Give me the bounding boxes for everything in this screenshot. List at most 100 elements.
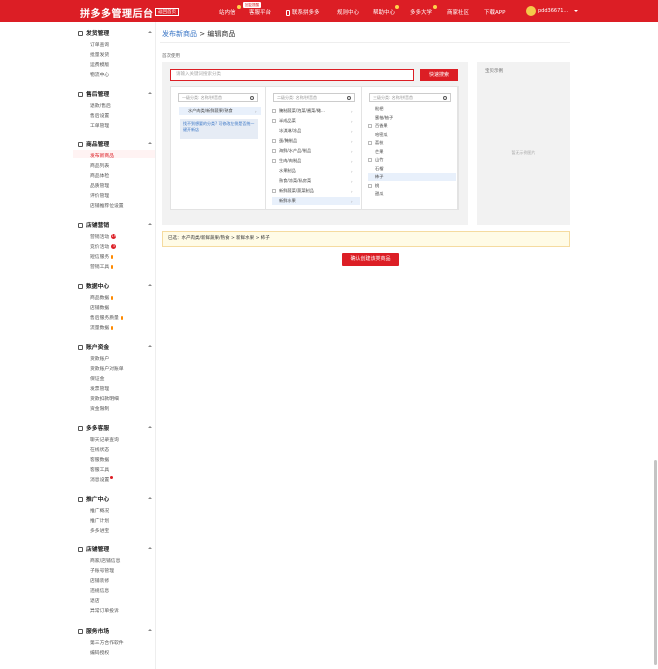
- sidebar-item[interactable]: 货款账户对账单: [90, 365, 124, 372]
- sidebar-item[interactable]: 商家/店铺信息: [90, 557, 120, 564]
- chevron-up-icon[interactable]: [148, 426, 152, 428]
- level2-item[interactable]: 新鲜蔬菜/蔬菜制品: [272, 187, 360, 195]
- chevron-up-icon[interactable]: [148, 497, 152, 499]
- sidebar-item[interactable]: 运费模版: [90, 61, 109, 68]
- sidebar-item[interactable]: 退店: [90, 597, 100, 604]
- sidebar-item[interactable]: 推广概况: [90, 507, 109, 514]
- level2-item[interactable]: 生肉/肉制品: [272, 157, 360, 165]
- nav-community[interactable]: 商家社区: [447, 8, 469, 16]
- level3-item[interactable]: 荔枝: [368, 139, 456, 147]
- level3-item[interactable]: 柿子: [368, 173, 456, 181]
- page-scrollbar[interactable]: [654, 460, 657, 665]
- level2-item[interactable]: 新鲜水果: [272, 197, 360, 205]
- sidebar-item[interactable]: 工单管理: [90, 122, 109, 129]
- sidebar-item[interactable]: 营销活动 19: [90, 233, 117, 240]
- chevron-up-icon[interactable]: [148, 223, 152, 225]
- chevron-up-icon[interactable]: [148, 92, 152, 94]
- level3-item[interactable]: 甜瓜: [368, 190, 456, 198]
- level3-item[interactable]: 哈密瓜: [368, 131, 456, 139]
- category-tip[interactable]: 找不到想要的分类? 可修改左侧是否统一键开新店: [180, 119, 258, 139]
- sidebar-item[interactable]: 发票管理: [90, 385, 109, 392]
- sidebar-item[interactable]: 商品列表: [90, 162, 109, 169]
- sidebar-item[interactable]: 店铺装修: [90, 577, 109, 584]
- sidebar-item[interactable]: 客服工具: [90, 466, 109, 473]
- sidebar-item[interactable]: 多多进宝: [90, 527, 109, 534]
- chevron-up-icon[interactable]: [148, 142, 152, 144]
- sidebar-item[interactable]: 流量数据: [90, 324, 114, 331]
- nav-customer-service[interactable]: 客服平台: [249, 8, 271, 16]
- sidebar-section-title[interactable]: 商品管理: [78, 139, 109, 148]
- sidebar-item[interactable]: 异常订单投诉: [90, 607, 119, 614]
- sidebar-item[interactable]: 货款账户: [90, 355, 109, 362]
- sidebar-item[interactable]: 资金限制: [90, 405, 109, 412]
- sidebar-section-title[interactable]: 发货管理: [78, 28, 109, 37]
- sidebar-item[interactable]: 消息设置: [90, 476, 114, 483]
- confirm-create-button[interactable]: 确认创建该类商品: [342, 253, 399, 266]
- sidebar-section-title[interactable]: 多多客服: [78, 423, 109, 432]
- chevron-up-icon[interactable]: [148, 31, 152, 33]
- nav-contact[interactable]: 联系拼多多: [286, 8, 320, 16]
- sidebar-item[interactable]: 保证金: [90, 375, 104, 382]
- nav-help[interactable]: 帮助中心: [373, 8, 395, 16]
- sidebar-item[interactable]: 批量发货: [90, 51, 109, 58]
- nav-download-app[interactable]: 下载APP: [484, 8, 505, 16]
- sidebar-item[interactable]: 推广计划: [90, 517, 109, 524]
- quick-search-button[interactable]: 快速搜索: [420, 69, 458, 81]
- level3-item[interactable]: 枇杷: [368, 105, 456, 113]
- chevron-up-icon[interactable]: [148, 629, 152, 631]
- sidebar-item[interactable]: 订单查询: [90, 41, 109, 48]
- sidebar-section-title[interactable]: 数据中心: [78, 281, 109, 290]
- nav-rules[interactable]: 规则中心: [337, 8, 359, 16]
- nav-university[interactable]: 多多大学: [410, 8, 432, 16]
- sidebar-item[interactable]: 店铺数据: [90, 304, 109, 311]
- chevron-up-icon[interactable]: [148, 284, 152, 286]
- nav-messages[interactable]: 站内信: [219, 8, 236, 16]
- sidebar-item[interactable]: 短信服务: [90, 253, 114, 260]
- sidebar-item[interactable]: 编码授权: [90, 649, 109, 656]
- level3-item[interactable]: 蜜柚/柚子: [368, 114, 456, 122]
- sidebar-item[interactable]: 商品数据: [90, 294, 114, 301]
- sidebar-section-title[interactable]: 店铺营销: [78, 220, 109, 229]
- sidebar-item[interactable]: 在线状态: [90, 446, 109, 453]
- level3-item[interactable]: 石榴: [368, 165, 456, 173]
- logo[interactable]: 拼多多管理后台: [80, 5, 154, 20]
- level2-item[interactable]: 海鲜/水产品/制品: [272, 147, 360, 155]
- sidebar-item[interactable]: 违规信息: [90, 587, 109, 594]
- level2-item[interactable]: 腌制蔬菜/泡菜/酱菜/橄...: [272, 107, 360, 115]
- chevron-up-icon[interactable]: [148, 345, 152, 347]
- level3-search-input[interactable]: 三级分类: 名称/拼音首: [369, 93, 451, 102]
- sidebar-item[interactable]: 第三方合作软件: [90, 639, 124, 646]
- category-search-input[interactable]: 请输入关键词搜索分类: [170, 69, 414, 81]
- sidebar-item[interactable]: 品质管理: [90, 182, 109, 189]
- level2-item[interactable]: 半成品菜: [272, 117, 360, 125]
- sidebar-item[interactable]: 售后服务质量: [90, 314, 123, 321]
- sidebar-section-title[interactable]: 店铺管理: [78, 544, 109, 553]
- level3-item[interactable]: 山竹: [368, 156, 456, 164]
- sidebar-item[interactable]: 竞价活动 3: [90, 243, 117, 250]
- sidebar-item[interactable]: 客服数据: [90, 456, 109, 463]
- sidebar-item[interactable]: 店铺推荐位设置: [90, 202, 124, 209]
- sidebar-item[interactable]: 货款扣款明细: [90, 395, 119, 402]
- level3-item[interactable]: 百香果: [368, 122, 456, 130]
- sidebar-item[interactable]: 售后设置: [90, 112, 109, 119]
- level2-item[interactable]: 蛋/腌制品: [272, 137, 360, 145]
- sidebar-item[interactable]: 物流中心: [90, 71, 109, 78]
- level1-item[interactable]: 水产肉类/新鲜蔬果/熟食: [179, 107, 261, 115]
- level2-item[interactable]: 水果制品: [272, 167, 360, 175]
- sidebar-section-title[interactable]: 售后管理: [78, 89, 109, 98]
- sidebar-item[interactable]: 子账号管理: [90, 567, 114, 574]
- back-home-link[interactable]: 返回首页: [155, 8, 179, 16]
- sidebar-item[interactable]: 退款/售后: [90, 102, 111, 109]
- sidebar-item[interactable]: 评价管理: [90, 192, 109, 199]
- sidebar-section-title[interactable]: 账户资金: [78, 342, 109, 351]
- level2-item[interactable]: 冰淇淋/冻品: [272, 127, 360, 135]
- sidebar-item[interactable]: 商品体检: [90, 172, 109, 179]
- level2-item[interactable]: 熟食/凉菜/私房菜: [272, 177, 360, 185]
- level2-search-input[interactable]: 二级分类: 名称/拼音首: [273, 93, 355, 102]
- level1-search-input[interactable]: 一级分类: 名称/拼音首: [178, 93, 258, 102]
- sidebar-section-title[interactable]: 推广中心: [78, 494, 109, 503]
- breadcrumb-publish-link[interactable]: 发布新商品: [162, 30, 197, 38]
- sidebar-item[interactable]: 发布新商品: [90, 152, 114, 159]
- sidebar-section-title[interactable]: 服务市场: [78, 626, 109, 635]
- chevron-up-icon[interactable]: [148, 547, 152, 549]
